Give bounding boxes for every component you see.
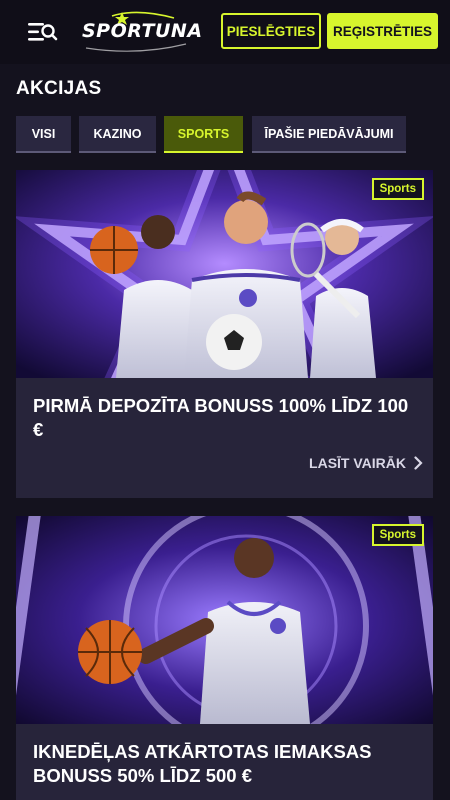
register-button[interactable]: REĢISTRĒTIES (327, 13, 438, 49)
tab-visi[interactable]: VISI (16, 116, 71, 153)
tab-sports[interactable]: SPORTS (164, 116, 243, 153)
menu-search-icon[interactable] (28, 20, 58, 44)
promo-card[interactable]: Sports IKNEDĒĻAS ATKĀRTOTAS IEMAKSAS BON… (16, 516, 433, 800)
promo-title: IKNEDĒĻAS ATKĀRTOTAS IEMAKSAS BONUSS 50%… (33, 741, 372, 786)
read-more-link[interactable]: LASĪT VAIRĀK (309, 455, 423, 471)
promo-image-players (16, 170, 433, 437)
page-title: AKCIJAS (16, 78, 102, 99)
promo-card[interactable]: Sports PIRMĀ DEPOZĪTA BONUSS 100% LĪDZ 1… (16, 170, 433, 498)
chevron-right-icon (414, 456, 423, 470)
logo-wordmark: SPORTUNA (82, 20, 203, 42)
login-button[interactable]: PIESLĒGTIES (221, 13, 321, 49)
category-badge: Sports (371, 524, 424, 546)
tab-kazino[interactable]: KAZINO (79, 116, 156, 153)
read-more-label: LASĪT VAIRĀK (309, 455, 406, 471)
sportuna-logo[interactable]: SPORTUNA (82, 10, 202, 54)
top-header: SPORTUNA PIESLĒGTIES REĢISTRĒTIES (0, 0, 450, 64)
promo-title: PIRMĀ DEPOZĪTA BONUSS 100% LĪDZ 100 € (33, 395, 409, 440)
promo-image-basketball (16, 516, 433, 749)
tab-ipasie-piedavajumi[interactable]: ĪPAŠIE PIEDĀVĀJUMI (252, 116, 406, 153)
category-badge: Sports (371, 178, 424, 200)
